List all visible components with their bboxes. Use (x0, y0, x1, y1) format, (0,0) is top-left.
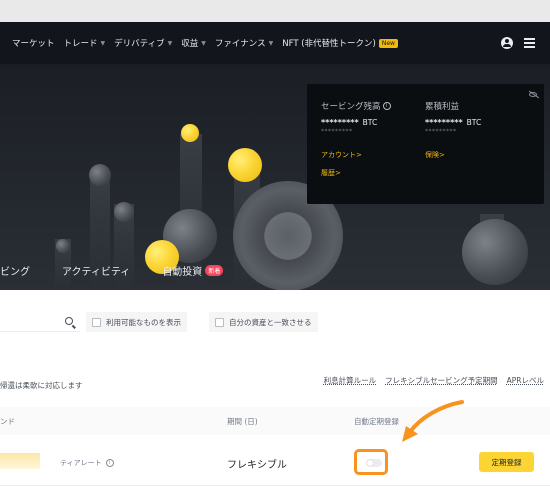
info-icon[interactable]: i (382, 102, 391, 110)
nav-item-derivatives[interactable]: デリバティブ ▼ (114, 37, 172, 49)
table-row: ティアレート i フレキシブル 定期登録 (0, 440, 550, 486)
balance-card: セービング残高 i ********* BTC ********* 累積利益 ***… (307, 84, 544, 204)
nav-label: ファイナンス (214, 39, 266, 49)
period-value: フレキシブル (227, 460, 287, 471)
pointer-arrow-icon (402, 400, 464, 442)
tab-label: ビング (0, 266, 30, 278)
new-badge: New (378, 38, 398, 48)
show-available-checkbox[interactable]: 利用可能なものを表示 (86, 312, 187, 332)
hero-tabs: ビング アクティビティ 自動投資 新着 (0, 250, 550, 290)
decorative-gold-coin (228, 148, 262, 182)
account-link[interactable]: アカウント> (321, 150, 362, 160)
nav-label: トレード (63, 39, 98, 49)
chevron-down-icon: ▼ (100, 39, 106, 47)
chevron-down-icon: ▼ (268, 39, 274, 47)
tab-activity[interactable]: アクティビティ (62, 263, 130, 278)
auto-subscribe-toggle[interactable] (366, 459, 382, 467)
menu-icon[interactable] (524, 38, 535, 48)
decorative-coin (114, 202, 134, 222)
coin-cell (0, 453, 40, 469)
total-value: ********* BTC (425, 118, 481, 127)
checkbox-label: 利用可能なものを表示 (106, 317, 181, 327)
tab-auto-invest[interactable]: 自動投資 新着 (162, 263, 224, 278)
info-links: 利息計算ルール フレキシブルセービング予定期間 APRレベル (315, 375, 544, 386)
nav-label: 収益 (181, 39, 199, 49)
savings-sub-value: ********* (321, 128, 353, 135)
header-coin: ンド (0, 417, 15, 426)
savings-label-text: セービング残高 (321, 102, 381, 112)
search-icon (65, 317, 73, 325)
total-label: 累積利益 (425, 102, 460, 112)
chevron-down-icon: ▼ (167, 39, 173, 47)
nav-label: デリバティブ (114, 39, 165, 49)
top-gap (0, 0, 550, 22)
redemption-notice: 帰還は柔軟に対応します (0, 381, 83, 390)
nav-item-finance[interactable]: ファイナンス ▼ (215, 37, 273, 49)
decorative-gold-coin (181, 124, 199, 142)
savings-balance: セービング残高 i ********* BTC ********* (321, 100, 391, 135)
search-input[interactable] (0, 312, 80, 332)
match-assets-checkbox[interactable]: 自分の資産と一致させる (209, 312, 318, 332)
savings-amount: ********* (321, 118, 359, 127)
savings-value: ********* BTC (321, 118, 391, 127)
nav-item-earn[interactable]: 収益 ▼ (181, 37, 206, 49)
filter-row: 利用可能なものを表示 自分の資産と一致させる (0, 308, 550, 336)
total-sub-value: ********* (425, 128, 457, 135)
subscribe-button[interactable]: 定期登録 (479, 452, 534, 472)
user-icon[interactable] (501, 37, 513, 49)
info-icon[interactable]: i (105, 459, 114, 467)
tab-savings[interactable]: ビング (0, 263, 30, 278)
tab-label: アクティビティ (62, 266, 131, 278)
savings-unit: BTC (362, 118, 378, 127)
checkbox-box (215, 317, 224, 327)
chevron-down-icon: ▼ (201, 39, 206, 47)
highlight-box (354, 449, 388, 475)
top-navigation-bar: マーケット トレード ▼ デリバティブ ▼ 収益 ▼ ファイナンス ▼ NFT (非代替… (0, 22, 550, 64)
total-unit: BTC (466, 118, 482, 127)
tier-rate-label: ティアレート (60, 459, 102, 467)
nav-item-trade[interactable]: トレード ▼ (64, 37, 106, 49)
hide-balance-icon[interactable] (529, 92, 537, 97)
header-period: 期間 (日) (227, 417, 258, 426)
checkbox-label: 自分の資産と一致させる (229, 317, 312, 327)
flexible-schedule-link[interactable]: フレキシブルセービング予定期間 (385, 375, 498, 386)
nav-item-nft[interactable]: NFT (非代替性トークン) New (282, 37, 398, 49)
interest-rules-link[interactable]: 利息計算ルール (324, 375, 377, 386)
apr-level-link[interactable]: APRレベル (507, 375, 544, 386)
history-link[interactable]: 履歴> (321, 168, 341, 178)
nav-label: NFT (非代替性トークン) (282, 39, 376, 49)
voucher-link[interactable]: 保険> (425, 150, 445, 160)
tier-rate: ティアレート i (60, 458, 114, 468)
decorative-coin (89, 164, 111, 186)
nav-item-markets[interactable]: マーケット (12, 37, 55, 49)
total-profit: 累積利益 ********* BTC ********* (425, 100, 481, 135)
checkbox-box (92, 317, 101, 327)
total-amount: ********* (425, 118, 463, 127)
hot-badge: 新着 (205, 264, 224, 276)
nav-label: マーケット (12, 39, 55, 49)
tab-label: 自動投資 (162, 266, 203, 278)
savings-label: セービング残高 i (321, 100, 391, 112)
